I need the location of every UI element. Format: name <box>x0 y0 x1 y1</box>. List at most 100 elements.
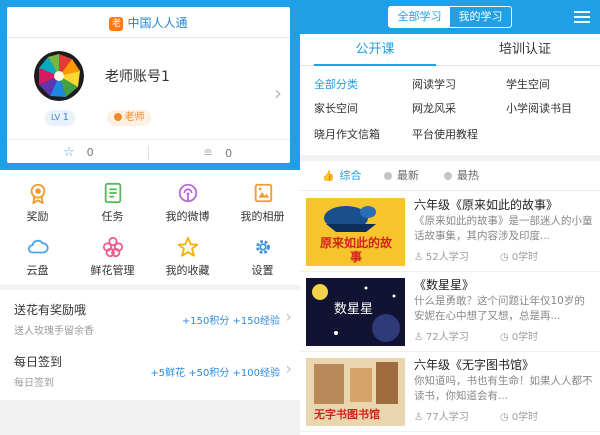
course-cover-title: 无字书图书馆 <box>314 408 380 421</box>
category-primary-reading-list[interactable]: 小学阅读书目 <box>506 98 572 120</box>
stars-stat[interactable]: ☆ 0 <box>63 144 94 162</box>
course-title: 《数星星》 <box>414 278 475 292</box>
hours-count: 0学时 <box>511 332 539 343</box>
grid-item-flower[interactable]: 鲜花管理 <box>75 232 150 284</box>
medal-icon <box>30 183 45 204</box>
avatar[interactable] <box>34 51 84 101</box>
tab-training-cert[interactable]: 培训认证 <box>450 34 600 66</box>
brand-logo-icon: 老 <box>109 16 124 31</box>
grid-item-task[interactable]: 任务 <box>75 178 150 230</box>
grid-label: 鲜花管理 <box>90 264 135 277</box>
grid-item-weibo[interactable]: 我的微博 <box>150 178 225 230</box>
grid-item-favorites[interactable]: 我的收藏 <box>150 232 225 284</box>
category-composition-mailbox[interactable]: 晓月作文信箱 <box>314 124 380 146</box>
sort-newest[interactable]: 最新 <box>384 161 419 191</box>
role-badge: 老师 <box>107 110 151 126</box>
sort-label: 最新 <box>397 169 419 182</box>
clock-icon: ◷ <box>500 332 509 343</box>
category-platform-tutorial[interactable]: 平台使用教程 <box>412 124 478 146</box>
learners-count: 52人学习 <box>425 252 469 263</box>
course-thumbnail: 数星星 <box>306 278 405 346</box>
clock-icon: ◷ <box>500 252 509 263</box>
course-learners: ♙ 72人学习 <box>414 328 469 343</box>
tab-public-course[interactable]: 公开课 <box>300 34 450 66</box>
segmented-control: 全部学习 我的学习 <box>388 6 512 28</box>
chevron-right-icon: › <box>285 307 292 326</box>
active-tab-indicator <box>314 64 436 66</box>
segment-all-learning[interactable]: 全部学习 <box>389 7 450 27</box>
avatar-image <box>34 51 84 101</box>
learners-count: 72人学习 <box>425 332 469 343</box>
course-title: 六年级《无字图书馆》 <box>414 358 535 372</box>
coins-count: 0 <box>225 147 233 160</box>
learners-count: 77人学习 <box>425 412 469 423</box>
star-icon <box>177 236 198 257</box>
grid-item-reward[interactable]: 奖励 <box>0 178 75 230</box>
course-description: 《原来如此的故事》是一部迷人的小童话故事集，其内容涉及印度... <box>414 215 593 242</box>
grid-item-settings[interactable]: 设置 <box>225 232 300 284</box>
top-bar: 全部学习 我的学习 <box>300 0 600 34</box>
course-hours: ◷ 0学时 <box>500 408 538 423</box>
course-thumbnail: 无字书图书馆 <box>306 358 405 426</box>
brand-name: 中国人人通 <box>127 16 188 30</box>
level-badge: LV 1 <box>45 110 75 126</box>
divider <box>148 146 149 160</box>
task-row-send-flower[interactable]: 送花有奖励哦 送人玫瑰手留余香 +150积分 +150经验 › <box>0 290 300 348</box>
course-item[interactable]: 无字书图书馆 六年级《无字图书馆》 你知道吗，书也有生命！如果人人都不读书，你知… <box>300 352 600 432</box>
course-hours: ◷ 0学时 <box>500 248 538 263</box>
course-item[interactable]: 原来如此的故事 六年级《原来如此的故事》 《原来如此的故事》是一部迷人的小童话故… <box>300 192 600 272</box>
profile-header: 老中国人人通 老师账号1 › LV 1 老师 ☆ 0 ≘ 0 <box>0 0 300 170</box>
course-item[interactable]: 数星星 《数星星》 什么是勇敢？这个问题让年仅10岁的安妮在心中想了又想，总是再… <box>300 272 600 352</box>
course-cover-title: 数星星 <box>334 302 374 317</box>
grid-label: 我的收藏 <box>165 264 210 277</box>
clock-icon: ◷ <box>500 412 509 423</box>
gear-icon <box>255 240 270 254</box>
sort-label: 综合 <box>339 169 362 182</box>
grid-item-album[interactable]: 我的相册 <box>225 178 300 230</box>
category-student-space[interactable]: 学生空间 <box>506 74 550 96</box>
thumbs-up-icon: 👍 <box>322 171 335 182</box>
course-title: 六年级《原来如此的故事》 <box>414 198 559 212</box>
sort-overall[interactable]: 👍 综合 <box>322 161 361 191</box>
category-nd-style[interactable]: 网龙风采 <box>412 98 456 120</box>
level-value: 1 <box>62 112 69 123</box>
role-icon <box>113 113 122 121</box>
fire-icon <box>444 172 452 180</box>
grid-item-cloud[interactable]: 云盘 <box>0 232 75 284</box>
grid-label: 设置 <box>251 264 274 277</box>
course-hours: ◷ 0学时 <box>500 328 538 343</box>
coins-stat[interactable]: ≘ 0 <box>203 144 232 162</box>
sort-hottest[interactable]: 最热 <box>444 161 479 191</box>
star-outline-icon: ☆ <box>63 145 75 160</box>
category-reading[interactable]: 阅读学习 <box>412 74 456 96</box>
chevron-right-icon[interactable]: › <box>274 81 282 105</box>
task-subtitle: 每日签到 <box>14 378 54 389</box>
clock-icon <box>384 172 392 180</box>
grid-label: 奖励 <box>26 210 49 223</box>
task-row-daily-signin[interactable]: 每日签到 每日签到 +5鲜花 +50积分 +100经验 › <box>0 342 300 400</box>
flower-icon <box>102 236 123 258</box>
cloud-icon <box>27 239 49 254</box>
course-cover-title: 原来如此的故事 <box>319 236 392 264</box>
hours-count: 0学时 <box>511 412 539 423</box>
menu-icon[interactable] <box>574 10 590 24</box>
task-reward: +150积分 +150经验 <box>181 316 280 327</box>
course-thumbnail: 原来如此的故事 <box>306 198 405 266</box>
task-title: 送花有奖励哦 <box>14 303 87 317</box>
category-parent-space[interactable]: 家长空间 <box>314 98 358 120</box>
album-icon <box>254 183 272 203</box>
coin-stack-icon: ≘ <box>203 146 214 160</box>
task-reward: +5鲜花 +50积分 +100经验 <box>150 368 280 379</box>
level-icon: LV <box>51 113 63 122</box>
divider <box>7 37 290 38</box>
course-description: 你知道吗，书也有生命！如果人人都不读书，你知道会有... <box>414 375 593 402</box>
category-all[interactable]: 全部分类 <box>314 74 358 96</box>
divider <box>7 139 290 140</box>
weibo-icon <box>178 183 197 203</box>
profile-card[interactable]: 老中国人人通 老师账号1 › LV 1 老师 ☆ 0 ≘ 0 <box>7 7 290 163</box>
grid-label: 我的相册 <box>240 210 285 223</box>
segment-my-learning[interactable]: 我的学习 <box>450 7 511 27</box>
course-learners: ♙ 77人学习 <box>414 408 469 423</box>
learning-panel: 全部学习 我的学习 公开课 培训认证 全部分类 阅读学习 学生空间 家长空间 网… <box>300 0 600 435</box>
profile-panel: 老中国人人通 老师账号1 › LV 1 老师 ☆ 0 ≘ 0 奖励 任务 我的微… <box>0 0 300 435</box>
